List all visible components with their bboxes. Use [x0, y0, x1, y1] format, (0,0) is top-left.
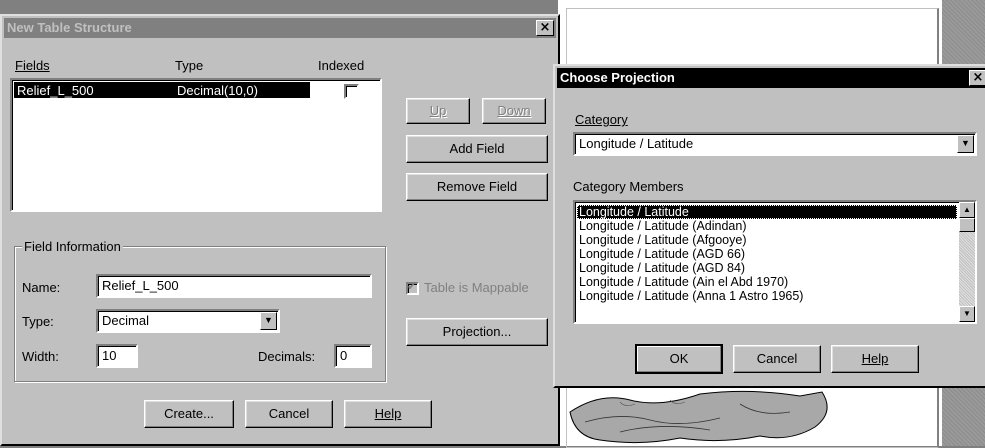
field-name-cell: Relief_L_500 — [17, 83, 94, 98]
list-item[interactable]: Longitude / Latitude (Anna 1 Astro 1965) — [577, 289, 957, 303]
close-icon: × — [972, 70, 984, 85]
type-column-header: Type — [175, 58, 204, 73]
create-button[interactable]: Create... — [144, 400, 234, 428]
list-item[interactable]: Longitude / Latitude (Adindan) — [577, 219, 957, 233]
list-item[interactable]: Longitude / Latitude — [577, 205, 957, 219]
category-dropdown[interactable]: Longitude / Latitude ▼ — [573, 132, 977, 156]
scroll-up-icon[interactable]: ▲ — [959, 202, 975, 218]
choose-projection-close-button[interactable]: × — [969, 70, 985, 86]
category-label: Category — [575, 112, 628, 127]
new-table-title-bar[interactable]: New Table Structure — [4, 18, 556, 38]
scroll-down-icon[interactable]: ▼ — [959, 306, 975, 322]
down-button[interactable]: Down — [482, 98, 546, 124]
category-members-list[interactable]: Longitude / Latitude Longitude / Latitud… — [573, 200, 977, 324]
members-list-viewport: Longitude / Latitude Longitude / Latitud… — [575, 202, 959, 322]
new-table-title: New Table Structure — [7, 20, 132, 35]
map-fragment — [569, 390, 828, 444]
table-is-mappable-label: Table is Mappable — [424, 280, 529, 295]
list-item[interactable]: Longitude / Latitude (AGD 84) — [577, 261, 957, 275]
choose-projection-title: Choose Projection — [560, 70, 675, 85]
up-button[interactable]: Up — [406, 98, 470, 124]
type-label: Type: — [22, 314, 54, 329]
fields-column-header: Fields — [15, 58, 50, 73]
chevron-down-icon[interactable]: ▼ — [957, 135, 974, 153]
remove-field-button[interactable]: Remove Field — [406, 173, 548, 201]
list-item[interactable]: Longitude / Latitude (Afgooye) — [577, 233, 957, 247]
name-field[interactable]: Relief_L_500 — [96, 274, 372, 298]
width-label: Width: — [22, 349, 59, 364]
type-dropdown[interactable]: Decimal ▼ — [96, 309, 280, 333]
category-members-label: Category Members — [573, 179, 684, 194]
cancel-button[interactable]: Cancel — [245, 400, 333, 428]
ok-button[interactable]: OK — [635, 344, 723, 374]
name-label: Name: — [22, 280, 61, 295]
cancel-button[interactable]: Cancel — [733, 345, 821, 373]
field-row[interactable]: Relief_L_500 Decimal(10,0) — [14, 82, 310, 98]
table-is-mappable-checkbox[interactable]: ✔ — [406, 281, 419, 295]
help-button[interactable]: Help — [344, 400, 432, 428]
close-icon: × — [539, 20, 551, 35]
field-type-cell: Decimal(10,0) — [177, 83, 258, 98]
indexed-column-header: Indexed — [318, 58, 365, 73]
list-item[interactable]: Longitude / Latitude (AGD 66) — [577, 247, 957, 261]
decimals-label: Decimals: — [258, 349, 316, 364]
decimals-field[interactable]: 0 — [334, 344, 372, 368]
chevron-down-icon[interactable]: ▼ — [260, 312, 277, 330]
list-item[interactable]: Longitude / Latitude (Ain el Abd 1970) — [577, 275, 957, 289]
choose-projection-title-bar[interactable]: Choose Projection — [557, 68, 985, 88]
add-field-button[interactable]: Add Field — [406, 135, 548, 163]
new-table-close-button[interactable]: × — [536, 20, 554, 36]
width-field[interactable]: 10 — [96, 344, 138, 368]
scroll-thumb[interactable] — [959, 218, 975, 232]
field-information-label: Field Information — [22, 239, 123, 254]
new-table-structure-dialog: New Table Structure × Fields Type Indexe… — [0, 14, 560, 446]
help-button[interactable]: Help — [831, 345, 919, 373]
indexed-checkbox[interactable] — [344, 84, 359, 99]
members-scrollbar[interactable]: ▲ ▼ — [959, 202, 975, 322]
projection-button[interactable]: Projection... — [406, 318, 548, 346]
choose-projection-dialog: Choose Projection × Category Longitude /… — [553, 64, 985, 388]
fields-list[interactable]: Relief_L_500 Decimal(10,0) — [10, 78, 382, 212]
